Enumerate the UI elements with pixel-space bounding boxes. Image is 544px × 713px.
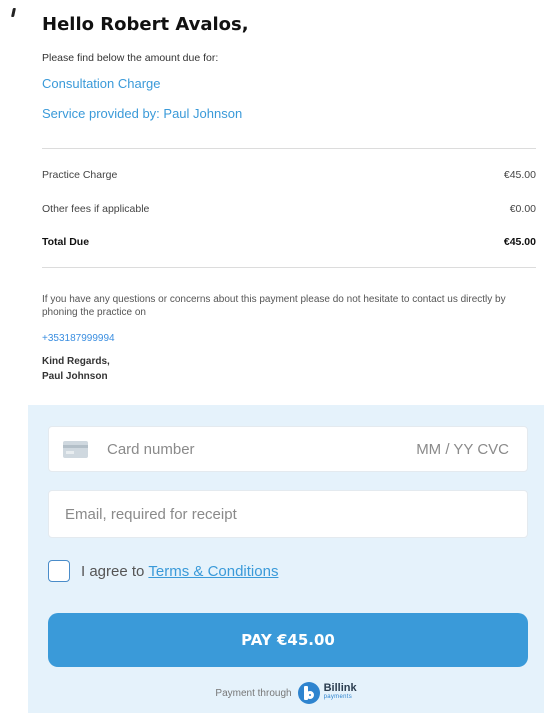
billink-logo-icon [297,682,320,704]
pay-button[interactable]: PAY €45.00 [48,613,528,667]
service-name: Consultation Charge [42,76,161,91]
fee-label: Practice Charge [42,169,118,181]
total-amount: €45.00 [503,236,536,248]
divider-bottom [42,267,536,268]
fee-row: Practice Charge €45.00 [42,169,536,181]
phone-link[interactable]: +353187999994 [42,333,115,344]
total-row: Total Due €45.00 [42,236,536,248]
divider-top [42,148,536,149]
email-field[interactable]: Email, required for receipt [48,490,528,538]
card-number-field[interactable]: Card number MM / YY CVC [48,426,528,472]
footer-text: Payment through [215,687,292,699]
regards-text: Kind Regards, [42,356,110,367]
greeting-heading: Hello Robert Avalos, [42,14,249,35]
fee-row: Other fees if applicable €0.00 [42,203,536,215]
brand-wordmark: Billink payments [323,682,357,702]
fee-label: Other fees if applicable [42,203,150,215]
fee-amount: €0.00 [509,203,536,215]
brand-subtitle: payments [323,694,352,700]
intro-text: Please find below the amount due for: [42,52,219,64]
contact-note: If you have any questions or concerns ab… [42,294,506,318]
expiry-cvc-placeholder: MM / YY CVC [416,440,509,458]
card-number-placeholder: Card number [107,440,195,458]
payment-panel: Card number MM / YY CVC Email, required … [28,405,544,713]
email-placeholder: Email, required for receipt [65,505,237,523]
fee-amount: €45.00 [503,169,536,181]
total-label: Total Due [42,236,90,248]
agree-label: I agree to [81,562,145,580]
brand-name: Billink [323,682,357,694]
payment-footer: Payment through Billink payments [28,682,544,704]
corner-mark [11,8,16,17]
service-provider: Service provided by: Paul Johnson [42,106,243,121]
terms-checkbox[interactable] [48,560,70,582]
credit-card-icon [63,440,88,458]
terms-link[interactable]: Terms & Conditions [148,563,278,580]
signature-text: Paul Johnson [42,371,108,382]
terms-agreement: I agree to Terms & Conditions [48,560,278,582]
